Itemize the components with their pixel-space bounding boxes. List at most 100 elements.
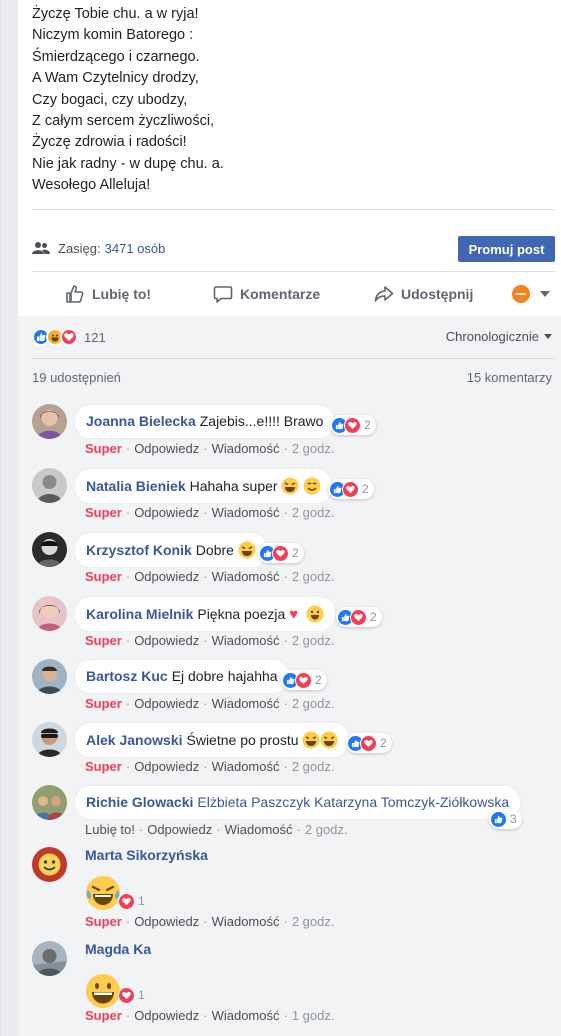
comment-actions: Super · Odpowiedz · Wiadomość · 1 godz. [85, 1008, 335, 1023]
comment-reactions[interactable]: 2 [346, 733, 392, 753]
reach-value[interactable]: 3471 osób [105, 241, 166, 256]
share-label: Udostępnij [401, 286, 474, 302]
comment-author[interactable]: Alek Janowski [86, 732, 183, 748]
message-link[interactable]: Wiadomość [212, 569, 280, 584]
reaction-count: 121 [84, 329, 106, 345]
comment-tagged-users[interactable]: Elżbieta Paszczyk Katarzyna Tomczyk-Ziół… [197, 794, 509, 810]
avatar[interactable] [32, 941, 67, 976]
comment-author[interactable]: Karolina Mielnik [86, 606, 193, 622]
sort-dropdown[interactable]: Chronologicznie [446, 329, 552, 344]
message-link[interactable]: Wiadomość [212, 441, 280, 456]
avatar[interactable] [32, 468, 67, 503]
comment-author[interactable]: Bartosz Kuc [86, 668, 168, 684]
reaction-number: 3 [510, 812, 517, 826]
post-actions: Lubię to! Komentarze Udostępnij [18, 272, 561, 316]
like-link[interactable]: Lubię to! [85, 822, 135, 837]
reaction-number: 2 [364, 418, 371, 432]
reply-link[interactable]: Odpowiedz [147, 822, 212, 837]
super-reaction-link[interactable]: Super [85, 914, 122, 929]
comment-text: Świetne po prostu [186, 732, 299, 748]
comment-author[interactable]: Richie Glowacki [86, 794, 193, 810]
avatar[interactable] [32, 404, 67, 439]
avatar[interactable] [32, 847, 67, 882]
reply-link[interactable]: Odpowiedz [134, 759, 199, 774]
comment-author[interactable]: Krzysztof Konik [86, 542, 192, 558]
message-link[interactable]: Wiadomość [212, 914, 280, 929]
poem-line: Życzę Tobie chu. a w ryja! [32, 6, 199, 22]
comment-count[interactable]: 15 komentarzy [467, 370, 552, 385]
reaction-number: 2 [315, 673, 322, 687]
comment-reactions[interactable]: 2 [336, 607, 382, 627]
message-link[interactable]: Wiadomość [212, 505, 280, 520]
avatar[interactable] [32, 596, 67, 631]
message-link[interactable]: Wiadomość [212, 759, 280, 774]
comment-time[interactable]: 2 godz. [305, 822, 348, 837]
super-reaction-link[interactable]: Super [85, 696, 122, 711]
comment-time[interactable]: 2 godz. [292, 505, 335, 520]
super-reaction-link[interactable]: Super [85, 759, 122, 774]
comment-time[interactable]: 2 godz. [292, 441, 335, 456]
page-selector[interactable] [512, 272, 557, 316]
share-count[interactable]: 19 udostępnień [32, 370, 121, 385]
message-link[interactable]: Wiadomość [225, 822, 293, 837]
message-link[interactable]: Wiadomość [212, 633, 280, 648]
comment-bubble: Natalia Bieniek Hahaha super [74, 468, 334, 504]
love-reaction-icon [272, 544, 289, 562]
people-icon [32, 242, 50, 254]
comment-author[interactable]: Natalia Bieniek [86, 478, 186, 494]
reply-link[interactable]: Odpowiedz [134, 569, 199, 584]
reaction-summary[interactable]: 121 [32, 327, 106, 347]
like-label: Lubię to! [92, 286, 152, 302]
comment-time[interactable]: 2 godz. [292, 914, 335, 929]
reply-link[interactable]: Odpowiedz [134, 633, 199, 648]
comment-bubble: Karolina Mielnik Piękna poezja ♥ [74, 596, 336, 632]
avatar[interactable] [32, 659, 67, 694]
comment-reactions[interactable]: 1 [117, 891, 150, 911]
message-link[interactable]: Wiadomość [212, 696, 280, 711]
reply-link[interactable]: Odpowiedz [134, 441, 199, 456]
reply-link[interactable]: Odpowiedz [134, 505, 199, 520]
reply-link[interactable]: Odpowiedz [134, 914, 199, 929]
poem-line: Śmierdzącego i czarnego. [32, 48, 200, 65]
post-card: Życzę Tobie chu. a w ryja! Niczym komin … [0, 0, 561, 1036]
avatar[interactable] [32, 785, 67, 820]
comment-author[interactable]: Magda Ka [85, 941, 151, 957]
heart-emoji-icon: ♥ [289, 606, 299, 623]
comment-time[interactable]: 2 godz. [292, 696, 335, 711]
comment-bubble: Richie Glowacki Elżbieta Paszczyk Katarzy… [74, 785, 522, 820]
share-button[interactable]: Udostępnij [374, 272, 473, 316]
comment-time[interactable]: 2 godz. [292, 633, 335, 648]
avatar[interactable] [32, 722, 67, 757]
comment-author[interactable]: Joanna Bielecka [86, 413, 196, 429]
comment-author[interactable]: Marta Sikorzyńska [85, 847, 208, 863]
comment-button[interactable]: Komentarze [213, 272, 320, 316]
reply-link[interactable]: Odpowiedz [134, 696, 199, 711]
comment-bubble: Marta Sikorzyńska [74, 847, 212, 864]
super-reaction-link[interactable]: Super [85, 1008, 122, 1023]
promote-post-button[interactable]: Promuj post [458, 236, 555, 262]
like-button[interactable]: Lubię to! [65, 272, 151, 316]
comment-reactions[interactable]: 2 [328, 479, 374, 499]
comment-time[interactable]: 1 godz. [292, 1008, 335, 1023]
comment-bubble: Alek Janowski Świetne po prostu [74, 722, 351, 758]
comment-reactions[interactable]: 2 [281, 670, 327, 690]
avatar[interactable] [32, 532, 67, 567]
comment-text: Zajebis...e!!!! Brawo [199, 413, 324, 429]
smile-emoji-icon [306, 605, 324, 623]
comment-reactions[interactable]: 1 [117, 985, 150, 1005]
comment-reactions[interactable]: 2 [258, 543, 304, 563]
reply-link[interactable]: Odpowiedz [134, 1008, 199, 1023]
comment-actions: Super · Odpowiedz · Wiadomość · 2 godz. [85, 569, 335, 584]
reaction-number: 1 [138, 988, 145, 1002]
comment-reactions[interactable]: 2 [330, 415, 376, 435]
comment-reactions[interactable]: 3 [489, 809, 522, 829]
super-reaction-link[interactable]: Super [85, 633, 122, 648]
comment-actions: Super · Odpowiedz · Wiadomość · 2 godz. [85, 914, 335, 929]
comment-time[interactable]: 2 godz. [292, 569, 335, 584]
super-reaction-link[interactable]: Super [85, 505, 122, 520]
super-reaction-link[interactable]: Super [85, 569, 122, 584]
love-reaction-icon [118, 986, 135, 1004]
super-reaction-link[interactable]: Super [85, 441, 122, 456]
message-link[interactable]: Wiadomość [212, 1008, 280, 1023]
comment-time[interactable]: 2 godz. [292, 759, 335, 774]
